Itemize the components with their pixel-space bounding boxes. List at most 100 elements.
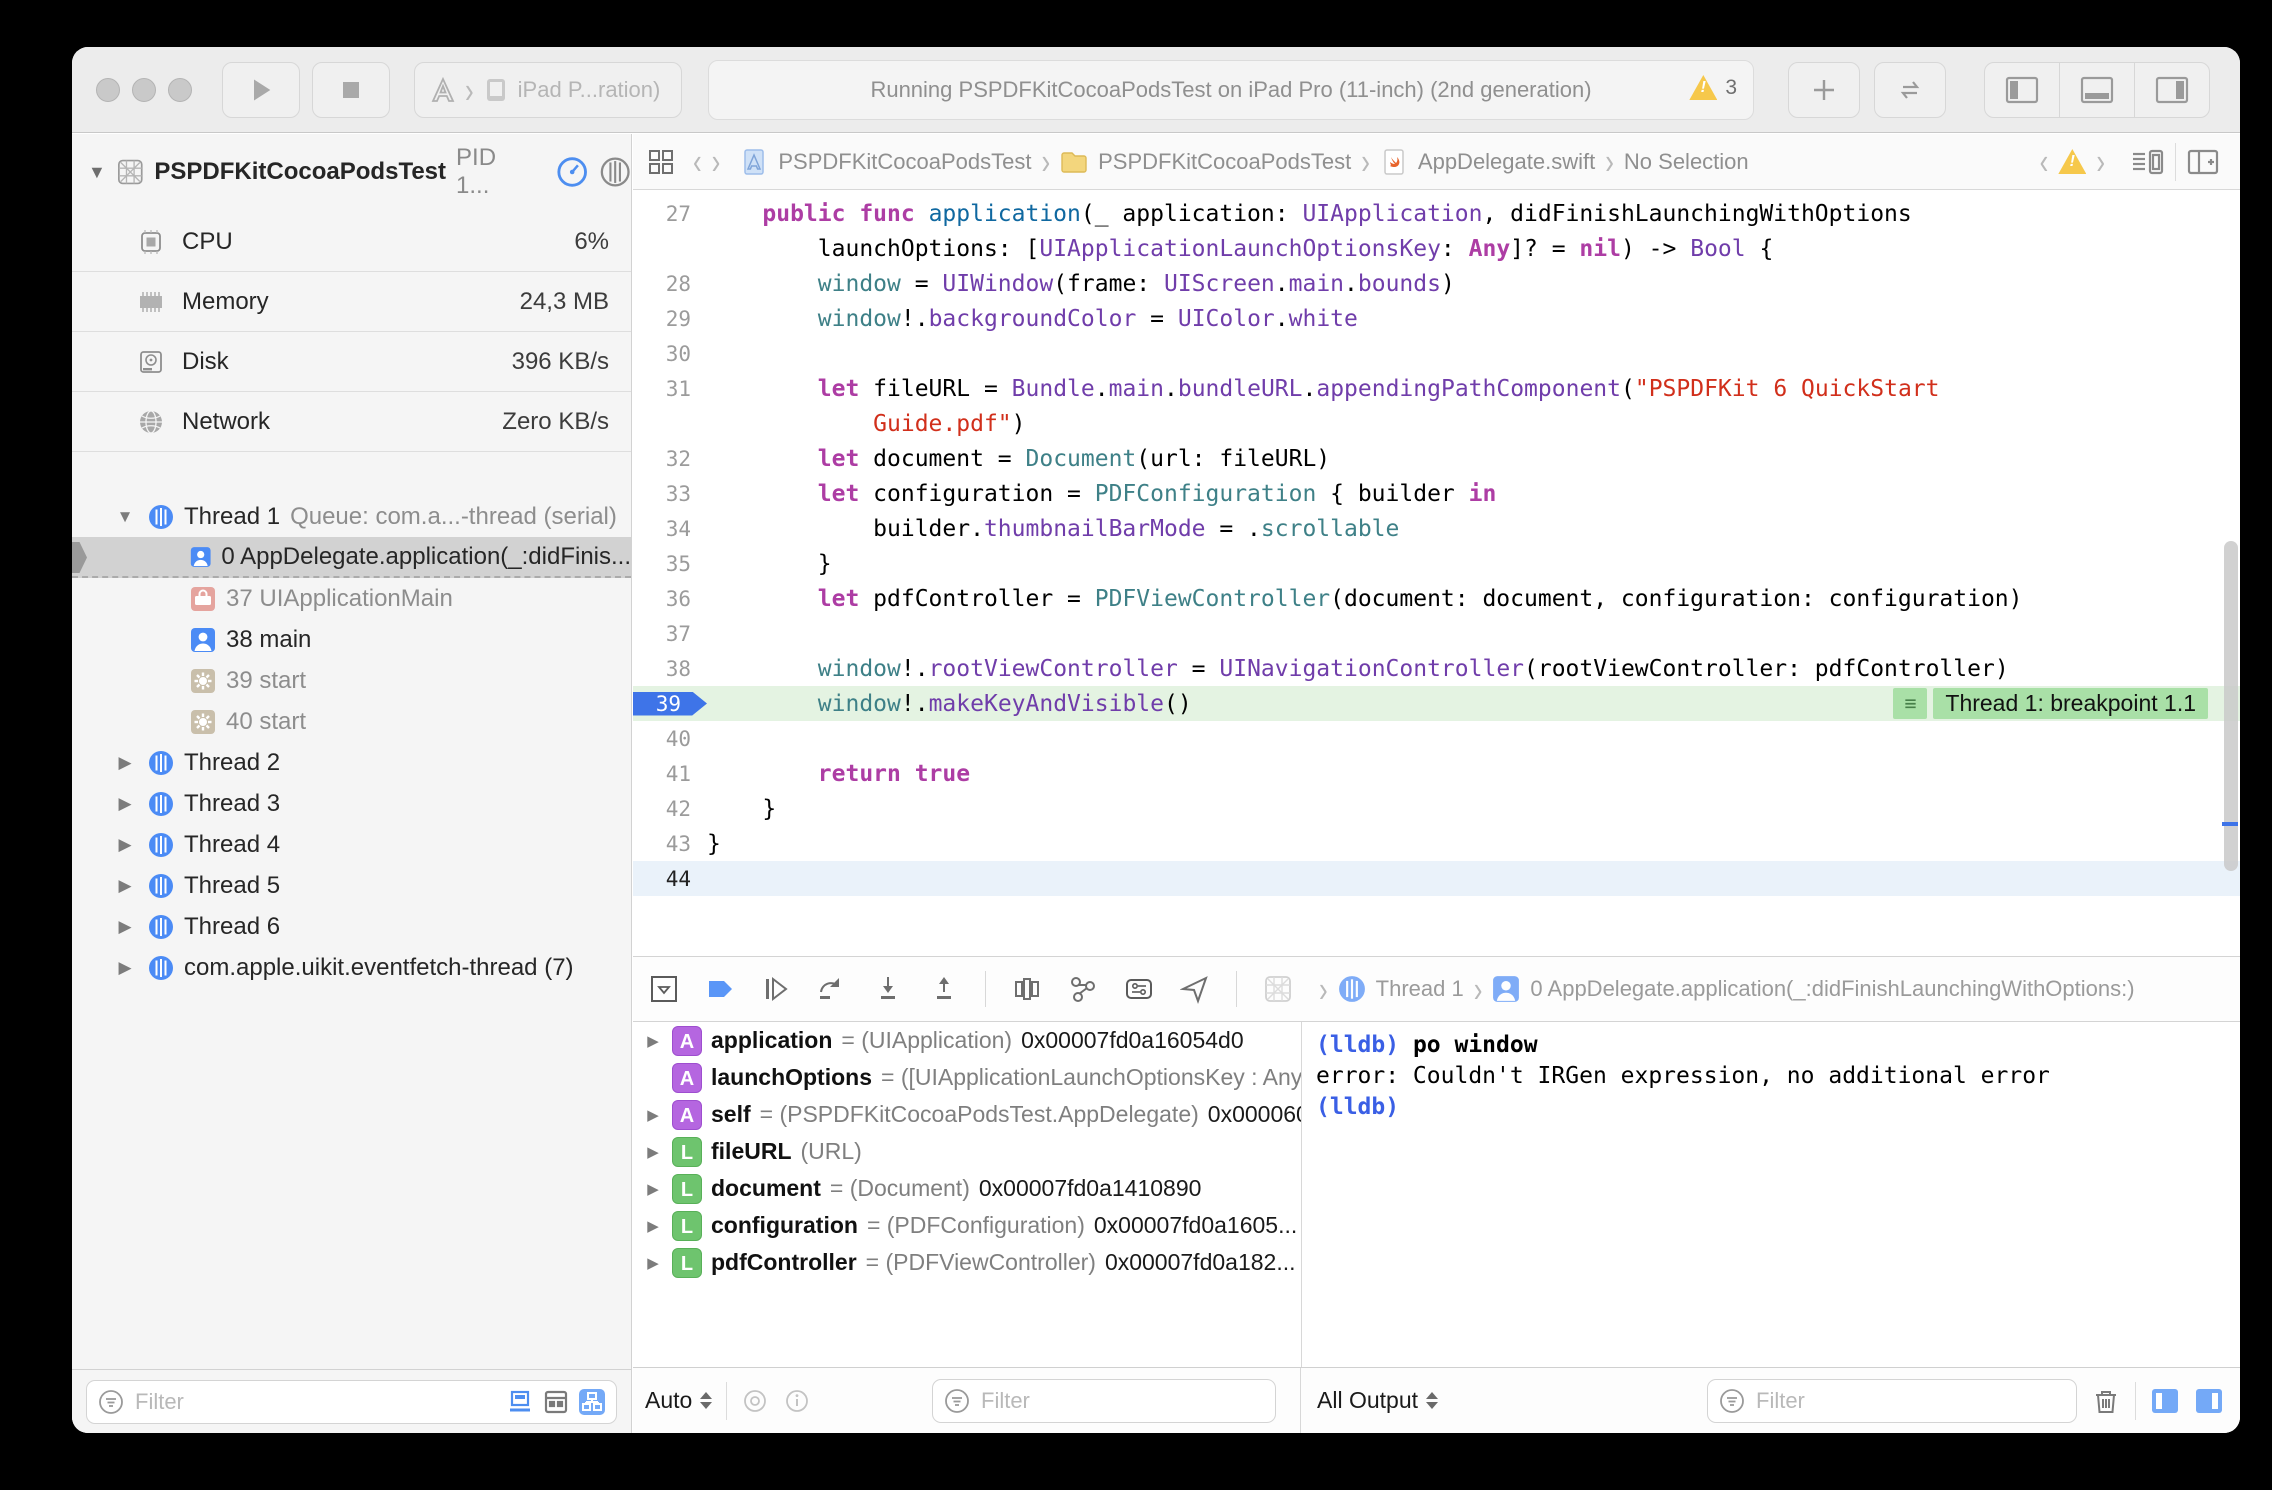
breadcrumb-group[interactable]: PSPDFKitCocoaPodsTest [1098,149,1351,175]
thread-row[interactable]: ▶Thread 4 [72,824,631,865]
thread-row[interactable]: ▼Thread 1Queue: com.a...-thread (serial) [72,496,631,537]
stackframes-filter-icon[interactable] [542,1388,570,1416]
view-hierarchy-icon[interactable] [1012,974,1042,1004]
console-filter-field[interactable] [1707,1379,2077,1423]
thread-row[interactable]: ▶Thread 5 [72,865,631,906]
code-line[interactable]: 29 window!.backgroundColor = UIColor.whi… [633,301,2240,336]
disclosure-icon[interactable]: ▶ [112,958,138,978]
gauge-icon[interactable] [556,155,588,189]
simulate-location-icon[interactable] [1180,974,1210,1004]
striped-circle-icon[interactable] [599,155,631,189]
thread-row[interactable]: ▶com.apple.uikit.eventfetch-thread (7) [72,947,631,988]
thread-row[interactable]: ▶Thread 6 [72,906,631,947]
forward-icon[interactable]: › [712,140,721,183]
code-line[interactable]: 32 let document = Document(url: fileURL) [633,441,2240,476]
variable-row[interactable]: ▶LpdfController = (PDFViewController) 0x… [633,1244,1301,1281]
debugbar-frame[interactable]: 0 AppDelegate.application(_:didFinishLau… [1530,976,2134,1002]
continue-icon[interactable] [761,974,791,1004]
variable-row[interactable]: ▶Lconfiguration = (PDFConfiguration) 0x0… [633,1207,1301,1244]
code-line[interactable]: 40 [633,721,2240,756]
stack-frame-row[interactable]: 38 main [72,619,631,660]
library-button[interactable] [1788,62,1860,118]
navigator-filter-input[interactable] [133,1388,498,1416]
disclosure-icon[interactable]: ▶ [643,1180,663,1198]
show-variables-icon[interactable] [2150,1386,2180,1416]
breakpoint-actions-icon[interactable]: ≡ [1893,688,1927,719]
source-editor[interactable]: 27 public func application(_ application… [633,191,2240,956]
disclosure-icon[interactable]: ▼ [112,507,138,527]
prev-issue-icon[interactable]: ‹ [2040,140,2049,183]
code-line[interactable]: 43} [633,826,2240,861]
variables-view[interactable]: ▶Aapplication = (UIApplication) 0x00007f… [633,1022,1301,1367]
disclosure-icon[interactable]: ▶ [112,876,138,896]
info-icon[interactable] [783,1387,811,1415]
hide-debug-area-icon[interactable] [649,974,679,1004]
gauge-row-memory[interactable]: Memory24,3 MB [72,272,631,332]
code-line[interactable]: Guide.pdf") [633,406,2240,441]
editor-swap-button[interactable] [1874,62,1946,118]
back-icon[interactable]: ‹ [693,140,702,183]
step-out-icon[interactable] [929,974,959,1004]
gauge-row-cpu[interactable]: CPU6% [72,212,631,272]
thread-row[interactable]: ▶Thread 3 [72,783,631,824]
variable-row[interactable]: ▶Ldocument = (Document) 0x00007fd0a14108… [633,1170,1301,1207]
code-line[interactable]: 31 let fileURL = Bundle.main.bundleURL.a… [633,371,2240,406]
code-line[interactable]: 41 return true [633,756,2240,791]
breakpoints-filter-icon[interactable] [506,1388,534,1416]
code-line[interactable]: 42 } [633,791,2240,826]
debugbar-thread[interactable]: Thread 1 [1376,976,1464,1002]
code-line[interactable]: 30 [633,336,2240,371]
code-line[interactable]: 36 let pdfController = PDFViewController… [633,581,2240,616]
breadcrumb-project[interactable]: PSPDFKitCocoaPodsTest [778,149,1031,175]
breadcrumb-selection[interactable]: No Selection [1624,149,1749,175]
breadcrumb-file[interactable]: AppDelegate.swift [1418,149,1595,175]
code-line[interactable]: 38 window!.rootViewController = UINaviga… [633,651,2240,686]
gauge-row-disk[interactable]: Disk396 KB/s [72,332,631,392]
next-issue-icon[interactable]: › [2096,140,2105,183]
disclosure-open-icon[interactable]: ▼ [88,162,106,183]
code-line[interactable]: 28 window = UIWindow(frame: UIScreen.mai… [633,266,2240,301]
code-line[interactable]: 27 public func application(_ application… [633,196,2240,231]
variables-filter-field[interactable] [932,1379,1276,1423]
disclosure-icon[interactable]: ▶ [643,1143,663,1161]
view-mode-icon[interactable] [578,1388,606,1416]
stop-button[interactable] [312,62,390,118]
console-filter-input[interactable] [1754,1387,2066,1415]
disclosure-icon[interactable]: ▶ [112,917,138,937]
code-line[interactable]: launchOptions: [UIApplicationLaunchOptio… [633,231,2240,266]
memory-graph-icon[interactable] [1068,974,1098,1004]
add-editor-icon[interactable] [2186,145,2220,179]
disclosure-icon[interactable]: ▶ [643,1106,663,1124]
step-over-icon[interactable] [817,974,847,1004]
toggle-inspector-button[interactable] [2134,62,2210,118]
editor-options-icon[interactable] [2131,145,2165,179]
clear-console-icon[interactable] [2091,1386,2121,1416]
code-line[interactable]: 34 builder.thumbnailBarMode = .scrollabl… [633,511,2240,546]
disclosure-icon[interactable]: ▶ [643,1254,663,1272]
warning-count-button[interactable]: 3 [1689,75,1737,100]
thread-row[interactable]: ▶Thread 2 [72,742,631,783]
code-line[interactable]: 35 } [633,546,2240,581]
variable-row[interactable]: ▶Aself = (PSPDFKitCocoaPodsTest.AppDeleg… [633,1096,1301,1133]
quicklook-icon[interactable] [741,1387,769,1415]
breakpoint-annotation[interactable]: Thread 1: breakpoint 1.1 [1933,688,2208,719]
scheme-selector[interactable]: › iPad P...ration) [414,62,682,118]
related-items-icon[interactable] [647,148,675,176]
code-line[interactable]: 44 [633,861,2240,896]
toggle-navigator-button[interactable] [1984,62,2060,118]
navigator-filter-field[interactable] [86,1380,617,1424]
stack-frame-row[interactable]: 39 start [72,660,631,701]
disclosure-icon[interactable]: ▶ [643,1217,663,1235]
code-line[interactable]: 39 window!.makeKeyAndVisible()≡Thread 1:… [633,686,2240,721]
variable-row[interactable]: ▶Aapplication = (UIApplication) 0x00007f… [633,1022,1301,1059]
disclosure-icon[interactable]: ▶ [112,794,138,814]
close-window-button[interactable] [96,78,120,102]
code-line[interactable]: 37 [633,616,2240,651]
stack-frame-row[interactable]: 40 start [72,701,631,742]
stack-frame-row[interactable]: 0 AppDelegate.application(_:didFinis... [72,537,631,578]
console[interactable]: (lldb) po windowerror: Couldn't IRGen ex… [1301,1022,2240,1367]
variable-row[interactable]: ▶LfileURL (URL) [633,1133,1301,1170]
minimize-window-button[interactable] [132,78,156,102]
disclosure-icon[interactable]: ▶ [643,1032,663,1050]
zoom-window-button[interactable] [168,78,192,102]
